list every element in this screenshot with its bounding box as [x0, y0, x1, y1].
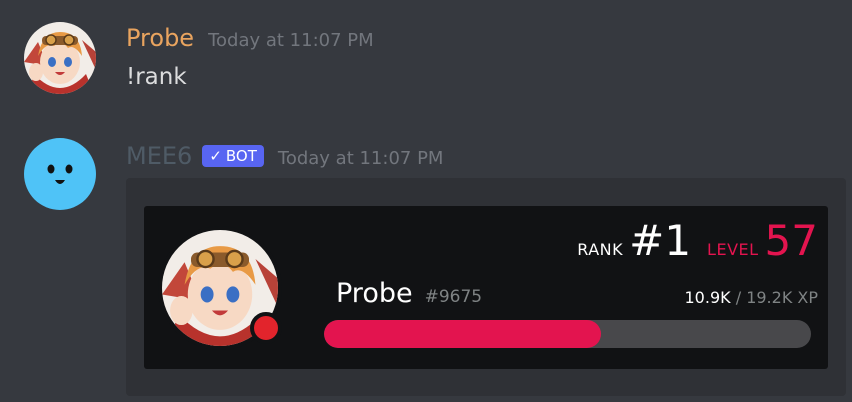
message-header: Probe Today at 11:07 PM — [126, 24, 374, 52]
rank-card[interactable]: RANK #1 LEVEL 57 Probe #9675 10.9K / 19.… — [144, 206, 828, 369]
card-username-row: Probe #9675 — [336, 278, 482, 309]
card-username: Probe — [336, 278, 413, 309]
level-value: 57 — [764, 216, 818, 265]
xp-progress-fill — [324, 320, 601, 348]
xp-progress-bar — [324, 320, 811, 348]
mee6-face-icon — [47, 164, 73, 184]
user-avatar[interactable] — [24, 22, 96, 94]
timestamp: Today at 11:07 PM — [208, 30, 374, 51]
discriminator: #9675 — [424, 287, 483, 307]
message-header: MEE6 ✓ BOT Today at 11:07 PM — [126, 142, 443, 170]
rank-value: #1 — [629, 216, 692, 265]
rank-label: RANK — [577, 240, 624, 259]
xp-total: / 19.2K XP — [730, 288, 818, 307]
rank-embed: RANK #1 LEVEL 57 Probe #9675 10.9K / 19.… — [126, 178, 846, 396]
username[interactable]: Probe — [126, 24, 194, 52]
rank-card-avatar — [158, 226, 282, 350]
xp-current: 10.9K — [684, 288, 731, 307]
username[interactable]: MEE6 — [126, 142, 192, 170]
timestamp: Today at 11:07 PM — [277, 148, 444, 169]
bot-badge-label: BOT — [225, 147, 257, 165]
rank-level-row: RANK #1 LEVEL 57 — [577, 216, 818, 265]
xp-readout: 10.9K / 19.2K XP — [685, 288, 819, 307]
check-icon: ✓ — [209, 147, 222, 165]
bot-avatar[interactable] — [24, 138, 96, 210]
message-content: !rank — [126, 64, 187, 90]
bot-badge: ✓ BOT — [202, 145, 264, 167]
dnd-status-icon — [250, 312, 282, 344]
anime-avatar-icon — [24, 22, 96, 94]
level-label: LEVEL — [707, 240, 759, 259]
